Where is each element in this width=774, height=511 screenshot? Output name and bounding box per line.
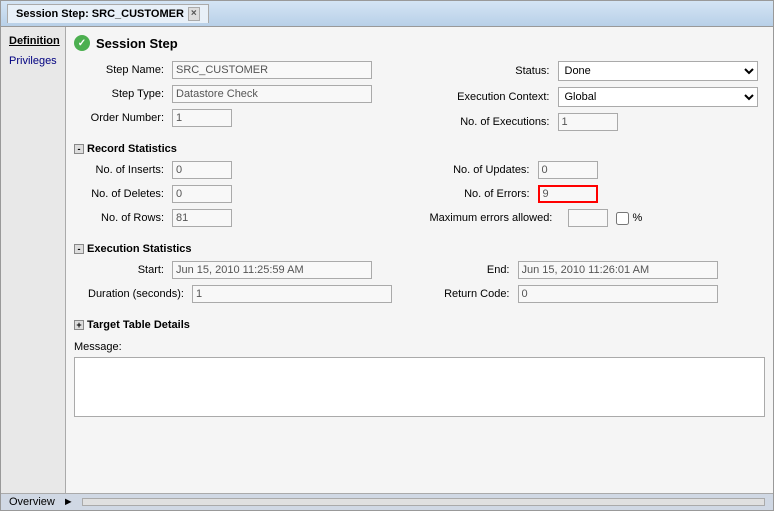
end-label: End: (430, 264, 510, 276)
sidebar-item-privileges[interactable]: Privileges (1, 51, 65, 71)
no-of-updates-label: No. of Updates: (430, 164, 530, 176)
target-collapse-icon[interactable]: + (74, 320, 84, 330)
status-label: Status: (430, 65, 550, 77)
check-icon: ✓ (74, 35, 90, 51)
no-of-executions-label: No. of Executions: (430, 116, 550, 128)
max-errors-label: Maximum errors allowed: (430, 212, 560, 224)
execution-statistics-section: - Execution Statistics Start: Duration (… (74, 243, 765, 309)
end-input[interactable] (518, 261, 718, 279)
max-errors-row: Maximum errors allowed: % (430, 209, 766, 227)
bottom-bar: Overview ► (1, 493, 773, 510)
message-section: Message: (74, 341, 765, 417)
step-type-input[interactable] (172, 85, 372, 103)
sidebar-item-definition[interactable]: Definition (1, 31, 65, 51)
content-area: ✓ Session Step Step Name: Step Type: Ord… (66, 27, 773, 493)
target-table-section: + Target Table Details (74, 319, 765, 331)
target-table-header: + Target Table Details (74, 319, 765, 331)
no-of-errors-label: No. of Errors: (430, 188, 530, 200)
max-errors-input[interactable] (568, 209, 608, 227)
execution-statistics-header: - Execution Statistics (74, 243, 765, 255)
message-label: Message: (74, 341, 122, 353)
duration-row: Duration (seconds): (74, 285, 410, 303)
no-of-errors-row: No. of Errors: (430, 185, 766, 203)
collapse-icon[interactable]: - (74, 144, 84, 154)
no-of-rows-label: No. of Rows: (74, 212, 164, 224)
no-of-rows-input[interactable] (172, 209, 232, 227)
order-number-row: Order Number: (74, 109, 410, 127)
record-statistics-header: - Record Statistics (74, 143, 765, 155)
execution-statistics-label: Execution Statistics (87, 243, 192, 255)
no-of-updates-row: No. of Updates: (430, 161, 766, 179)
main-content: Definition Privileges ✓ Session Step Ste… (1, 27, 773, 493)
return-code-input[interactable] (518, 285, 718, 303)
execution-context-select[interactable]: Global (558, 87, 758, 107)
exec-collapse-icon[interactable]: - (74, 244, 84, 254)
status-row: Status: Done (430, 61, 766, 81)
execution-context-row: Execution Context: Global (430, 87, 766, 107)
percent-checkbox-container: % (616, 212, 643, 225)
close-button[interactable]: × (188, 7, 200, 21)
no-of-deletes-label: No. of Deletes: (74, 188, 164, 200)
step-name-input[interactable] (172, 61, 372, 79)
duration-input[interactable] (192, 285, 392, 303)
no-of-deletes-row: No. of Deletes: (74, 185, 410, 203)
step-name-row: Step Name: (74, 61, 410, 79)
percent-label: % (633, 212, 643, 224)
step-type-row: Step Type: (74, 85, 410, 103)
execution-context-label: Execution Context: (430, 91, 550, 103)
record-statistics-label: Record Statistics (87, 143, 177, 155)
no-of-rows-row: No. of Rows: (74, 209, 410, 227)
no-of-inserts-label: No. of Inserts: (74, 164, 164, 176)
title-bar: Session Step: SRC_CUSTOMER × (1, 1, 773, 27)
status-select[interactable]: Done (558, 61, 758, 81)
step-name-label: Step Name: (74, 64, 164, 76)
tab-title: Session Step: SRC_CUSTOMER (16, 8, 184, 20)
order-number-label: Order Number: (74, 112, 164, 124)
no-of-executions-input[interactable] (558, 113, 618, 131)
no-of-deletes-input[interactable] (172, 185, 232, 203)
return-code-label: Return Code: (430, 288, 510, 300)
overview-label: Overview (9, 496, 55, 508)
no-of-inserts-input[interactable] (172, 161, 232, 179)
sidebar: Definition Privileges (1, 27, 66, 493)
start-row: Start: (74, 261, 410, 279)
scrollbar[interactable] (82, 498, 765, 506)
step-type-label: Step Type: (74, 88, 164, 100)
record-statistics-section: - Record Statistics No. of Inserts: No. … (74, 143, 765, 233)
nav-arrow[interactable]: ► (63, 496, 74, 508)
start-input[interactable] (172, 261, 372, 279)
order-number-input[interactable] (172, 109, 232, 127)
message-box (74, 357, 765, 417)
session-step-title: Session Step (96, 36, 178, 51)
main-window: Session Step: SRC_CUSTOMER × Definition … (0, 0, 774, 511)
duration-label: Duration (seconds): (74, 288, 184, 300)
no-of-inserts-row: No. of Inserts: (74, 161, 410, 179)
no-of-errors-input[interactable] (538, 185, 598, 203)
no-of-executions-row: No. of Executions: (430, 113, 766, 131)
no-of-updates-input[interactable] (538, 161, 598, 179)
end-row: End: (430, 261, 766, 279)
return-code-row: Return Code: (430, 285, 766, 303)
section-title: ✓ Session Step (74, 35, 765, 51)
target-table-label: Target Table Details (87, 319, 190, 331)
window-tab: Session Step: SRC_CUSTOMER × (7, 4, 209, 23)
percent-checkbox[interactable] (616, 212, 629, 225)
start-label: Start: (74, 264, 164, 276)
